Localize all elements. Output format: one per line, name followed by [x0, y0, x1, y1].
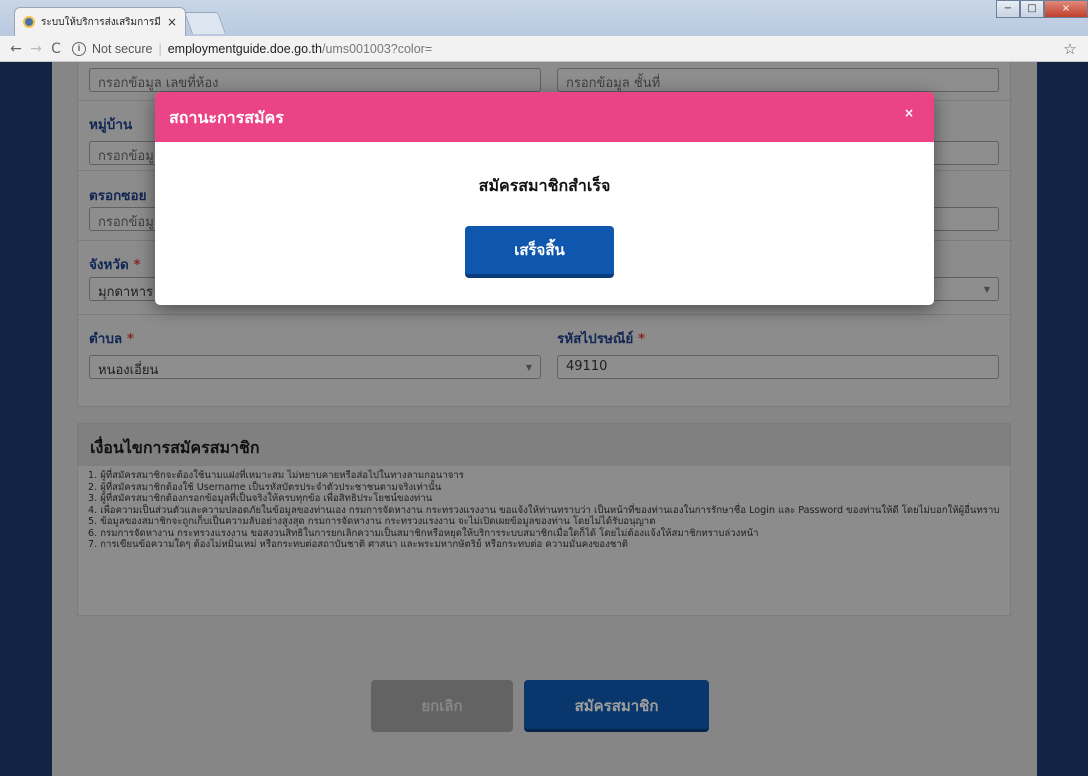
reload-icon[interactable]: C: [46, 41, 66, 57]
maximize-button[interactable]: □: [1020, 0, 1044, 18]
site-info-icon[interactable]: i: [72, 41, 86, 56]
site-favicon-icon: [23, 16, 35, 28]
new-tab-button[interactable]: [183, 12, 227, 34]
address-bar[interactable]: i Not secure | employmentguide.doe.go.th…: [72, 41, 1060, 56]
security-label: Not secure: [92, 41, 153, 56]
tab-close-icon[interactable]: ×: [167, 15, 177, 29]
modal-title: สถานะการสมัคร: [169, 108, 284, 127]
browser-toolbar: ← → C i Not secure | employmentguide.doe…: [0, 36, 1088, 62]
address-path: /ums001003?color=: [321, 41, 433, 56]
browser-titlebar: ระบบให้บริการส่งเสริมการมีงาน × − □ ×: [0, 0, 1088, 36]
browser-tab[interactable]: ระบบให้บริการส่งเสริมการมีงาน ×: [14, 7, 186, 36]
tab-title: ระบบให้บริการส่งเสริมการมีงาน: [41, 16, 161, 28]
done-button[interactable]: เสร็จสิ้น: [465, 226, 614, 278]
back-icon[interactable]: ←: [6, 41, 26, 57]
minimize-button[interactable]: −: [996, 0, 1020, 18]
window-close-button[interactable]: ×: [1044, 0, 1088, 18]
forward-icon[interactable]: →: [26, 41, 46, 57]
address-separator: |: [158, 41, 162, 56]
close-icon[interactable]: ×: [904, 106, 914, 120]
modal-header: สถานะการสมัคร ×: [155, 92, 934, 142]
registration-status-modal: สถานะการสมัคร × สมัครสมาชิกสำเร็จ เสร็จส…: [155, 92, 934, 305]
window-controls: − □ ×: [996, 0, 1088, 18]
bookmark-star-icon[interactable]: ☆: [1060, 40, 1080, 58]
modal-message: สมัครสมาชิกสำเร็จ: [478, 176, 611, 195]
address-host: employmentguide.doe.go.th: [167, 41, 322, 56]
